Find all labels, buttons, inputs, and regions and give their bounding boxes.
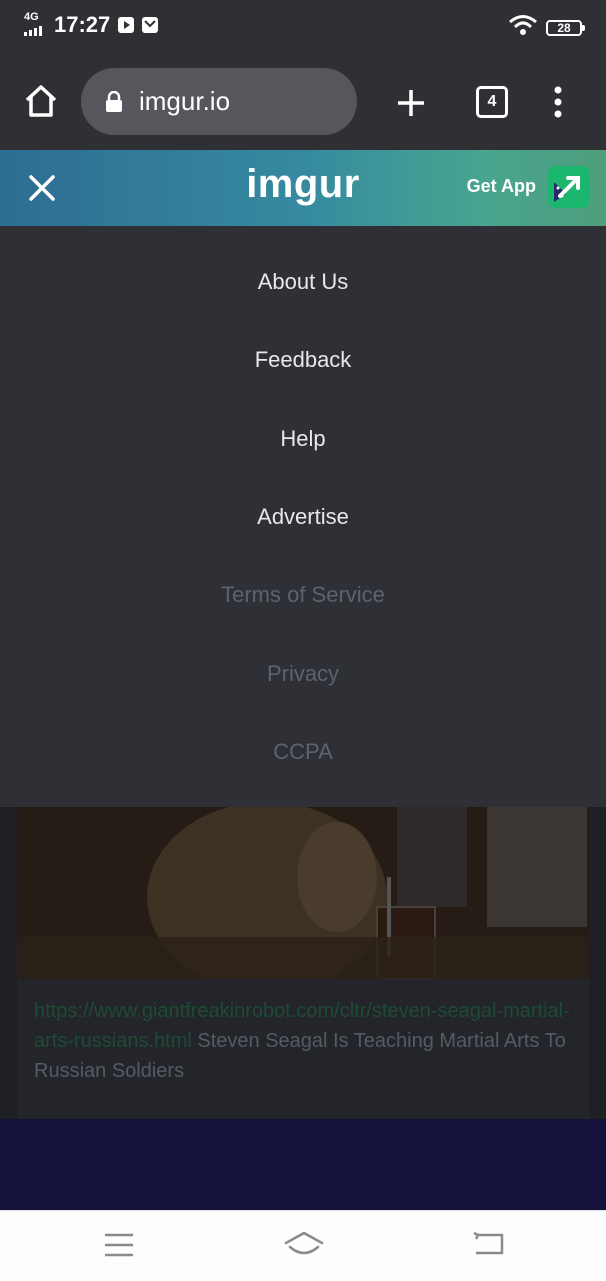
status-bar: 4G 17:27 28 bbox=[0, 0, 606, 52]
site-header: imgur Get App bbox=[0, 150, 606, 226]
new-tab-icon[interactable] bbox=[396, 88, 426, 123]
home-nav-icon[interactable] bbox=[284, 1231, 324, 1264]
url-text: imgur.io bbox=[139, 86, 231, 116]
battery-indicator: 28 bbox=[546, 19, 585, 36]
menu-item-terms-of-service[interactable]: Terms of Service bbox=[0, 582, 606, 608]
system-navigation-bar bbox=[0, 1210, 606, 1281]
imgur-app-icon[interactable] bbox=[548, 166, 590, 208]
page-bottom-area bbox=[0, 1119, 606, 1210]
mail-notification-icon bbox=[142, 17, 159, 33]
back-icon[interactable] bbox=[472, 1231, 504, 1262]
menu-item-help[interactable]: Help bbox=[0, 426, 606, 452]
post-caption: https://www.giantfreakinrobot.com/cltr/s… bbox=[34, 996, 574, 1086]
more-options-icon[interactable] bbox=[552, 86, 564, 123]
status-left: 4G 17:27 bbox=[24, 12, 159, 38]
get-app-link[interactable]: Get App bbox=[467, 176, 536, 197]
menu-item-ccpa[interactable]: CCPA bbox=[0, 739, 606, 765]
home-icon[interactable] bbox=[24, 84, 58, 123]
wifi-icon bbox=[508, 14, 538, 41]
post-image[interactable] bbox=[17, 807, 589, 979]
signal-icon: 4G bbox=[24, 12, 46, 38]
tab-count: 4 bbox=[476, 86, 508, 118]
menu-item-about-us[interactable]: About Us bbox=[0, 269, 606, 295]
youtube-notification-icon bbox=[118, 17, 135, 33]
clock: 17:27 bbox=[54, 12, 111, 37]
menu-item-privacy[interactable]: Privacy bbox=[0, 661, 606, 687]
menu-item-advertise[interactable]: Advertise bbox=[0, 504, 606, 530]
menu-icon[interactable] bbox=[104, 1233, 134, 1262]
browser-toolbar: imgur.io 4 bbox=[0, 52, 606, 150]
network-type: 4G bbox=[24, 11, 39, 23]
menu-item-feedback[interactable]: Feedback bbox=[0, 347, 606, 373]
lock-icon bbox=[105, 90, 123, 113]
address-bar[interactable]: imgur.io bbox=[81, 68, 357, 135]
status-right: 28 bbox=[508, 14, 585, 41]
footer-menu: About Us Feedback Help Advertise Terms o… bbox=[0, 226, 606, 807]
tab-switcher-button[interactable]: 4 bbox=[476, 86, 508, 118]
